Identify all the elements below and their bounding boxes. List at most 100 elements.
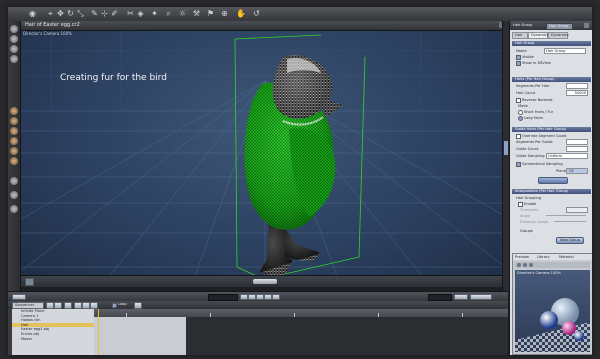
tab-preview[interactable]: Preview bbox=[515, 255, 529, 259]
symmetrical-sampling-checkbox[interactable] bbox=[516, 162, 521, 167]
move-xy-icon[interactable] bbox=[10, 45, 18, 53]
threshold-field[interactable] bbox=[566, 207, 588, 213]
render-tool-icon[interactable]: ☼ bbox=[178, 9, 187, 18]
guide-count-field[interactable] bbox=[566, 146, 588, 152]
loop-button[interactable] bbox=[454, 294, 468, 300]
light-tool-icon[interactable]: ✦ bbox=[150, 9, 159, 18]
rotate-tool-icon[interactable]: ↻ bbox=[66, 9, 75, 18]
pan-tool-icon[interactable]: ✋ bbox=[236, 9, 246, 18]
animation-timeline: Sequencer Loop Infinite Plane Camera 1 H… bbox=[8, 291, 508, 355]
document-viewport[interactable]: Hair of Easter egg.cr2 Director's Camera… bbox=[21, 21, 509, 287]
light-1-icon[interactable] bbox=[10, 107, 18, 115]
name-field[interactable]: Hair Group bbox=[544, 48, 586, 54]
graph-button[interactable] bbox=[64, 302, 72, 309]
paint-tool-icon[interactable]: ✐ bbox=[110, 9, 119, 18]
orbit-tool-icon[interactable]: ↺ bbox=[252, 9, 261, 18]
panel-menu-button[interactable] bbox=[584, 23, 589, 28]
preview-refresh-icon[interactable] bbox=[523, 263, 527, 267]
list-item-label: Hollow ckh bbox=[21, 318, 41, 323]
panel-tabs: Hair Dynamics Dynamics bbox=[512, 32, 591, 39]
figure-style-icon[interactable] bbox=[10, 205, 18, 213]
segments-per-hair-field[interactable] bbox=[566, 83, 588, 89]
hair-count-field[interactable]: 50000 bbox=[566, 90, 588, 96]
move-tool-icon[interactable]: ✥ bbox=[56, 9, 65, 18]
visible-checkbox[interactable] bbox=[516, 55, 521, 60]
animation-slider[interactable] bbox=[253, 279, 277, 284]
enable-checkbox[interactable] bbox=[518, 202, 523, 207]
camera-tool-icon[interactable]: ⌕ bbox=[164, 9, 173, 18]
hair-group-select[interactable]: Hair Group bbox=[546, 23, 573, 30]
timeline-mode-button[interactable] bbox=[12, 294, 26, 300]
show-in-3dview-checkbox[interactable] bbox=[516, 61, 521, 66]
linear-interp-button[interactable] bbox=[74, 302, 82, 309]
tab-library[interactable]: Library bbox=[537, 255, 550, 259]
skip-frames-button[interactable] bbox=[134, 302, 142, 309]
hair-group-section[interactable]: Hair Group bbox=[512, 41, 591, 46]
hairs-section[interactable]: Hairs (Per Hair Group) bbox=[512, 77, 591, 82]
add-key-button[interactable] bbox=[46, 302, 54, 309]
current-frame-marker[interactable] bbox=[98, 309, 99, 355]
short-hairs-radio[interactable] bbox=[518, 110, 523, 115]
camera-controls-icon[interactable] bbox=[10, 25, 18, 33]
new-group-button[interactable]: New Group bbox=[556, 237, 584, 244]
spline-interp-button[interactable] bbox=[82, 302, 90, 309]
frame-display[interactable] bbox=[208, 294, 238, 301]
scene-canvas[interactable] bbox=[21, 21, 509, 287]
document-style-icon[interactable] bbox=[10, 191, 18, 199]
keyframes-button[interactable] bbox=[470, 294, 492, 300]
tab-dynamics[interactable]: Dynamics bbox=[528, 32, 549, 39]
override-segment-count-checkbox[interactable] bbox=[516, 134, 521, 139]
distance-usage-slider[interactable] bbox=[554, 221, 586, 222]
panel-splitter[interactable] bbox=[502, 21, 509, 291]
select-tool-icon[interactable]: ⌖ bbox=[46, 9, 55, 18]
sculpt-tool-icon[interactable]: ✂ bbox=[126, 9, 135, 18]
bone-tool-icon[interactable]: ✎ bbox=[90, 9, 99, 18]
constant-interp-button[interactable] bbox=[90, 302, 98, 309]
segments-per-guide-field[interactable] bbox=[566, 139, 588, 145]
prev-frame-button[interactable] bbox=[248, 294, 256, 300]
display-style-icon[interactable] bbox=[10, 177, 18, 185]
next-frame-button[interactable] bbox=[264, 294, 272, 300]
trackball-icon[interactable] bbox=[10, 35, 18, 43]
angle-slider[interactable] bbox=[546, 215, 586, 216]
preview-play-icon[interactable] bbox=[517, 263, 521, 267]
hair-tool-icon[interactable]: ⚒ bbox=[192, 9, 201, 18]
total-frames-display[interactable] bbox=[428, 294, 452, 301]
light-5-icon[interactable] bbox=[10, 147, 18, 155]
apply-guides-button[interactable] bbox=[538, 177, 568, 184]
cloth-tool-icon[interactable]: ⚑ bbox=[206, 9, 215, 18]
list-item[interactable]: Mover bbox=[12, 337, 94, 342]
delete-key-button[interactable] bbox=[54, 302, 62, 309]
last-frame-button[interactable] bbox=[272, 294, 280, 300]
reverse-normals-checkbox[interactable] bbox=[516, 98, 521, 103]
first-frame-button[interactable] bbox=[240, 294, 248, 300]
guide-sampling-select[interactable]: Uniform bbox=[546, 153, 588, 159]
sequencer-select[interactable]: Sequencer bbox=[12, 302, 44, 309]
long-hairs-radio[interactable] bbox=[518, 116, 523, 121]
hair-group-select-value: Hair Group bbox=[549, 24, 569, 28]
tab-material[interactable]: Material bbox=[559, 255, 574, 259]
scale-tool-icon[interactable]: ⤡ bbox=[76, 9, 85, 18]
light-4-icon[interactable] bbox=[10, 137, 18, 145]
splitter-handle[interactable] bbox=[504, 141, 508, 155]
guide-hairs-section[interactable]: Guide Hairs (Per Hair Group) bbox=[512, 127, 591, 132]
tab-hair[interactable]: Hair bbox=[512, 32, 528, 39]
keyframe-range[interactable] bbox=[94, 317, 186, 355]
light-2-icon[interactable] bbox=[10, 117, 18, 125]
bird-model[interactable] bbox=[244, 55, 343, 277]
list-item-label: Mover bbox=[21, 336, 33, 341]
frame-ruler[interactable] bbox=[94, 309, 508, 317]
light-6-icon[interactable] bbox=[10, 157, 18, 165]
preview-toggle-button[interactable] bbox=[25, 278, 34, 286]
plane-select[interactable]: YZ bbox=[566, 168, 588, 174]
loop-checkbox[interactable] bbox=[112, 302, 117, 308]
material-tool-icon[interactable]: ◈ bbox=[136, 9, 145, 18]
move-z-icon[interactable] bbox=[10, 55, 18, 63]
play-button[interactable] bbox=[256, 294, 264, 300]
preview-settings-icon[interactable] bbox=[529, 263, 533, 267]
ik-tool-icon[interactable]: ⊹ bbox=[100, 9, 109, 18]
zoom-tool-icon[interactable]: ⊕ bbox=[220, 9, 229, 18]
interpolation-section[interactable]: Interpolation (Per Hair Group) bbox=[512, 189, 591, 194]
tab-dynamics-2[interactable]: Dynamics bbox=[548, 32, 569, 39]
light-3-icon[interactable] bbox=[10, 127, 18, 135]
